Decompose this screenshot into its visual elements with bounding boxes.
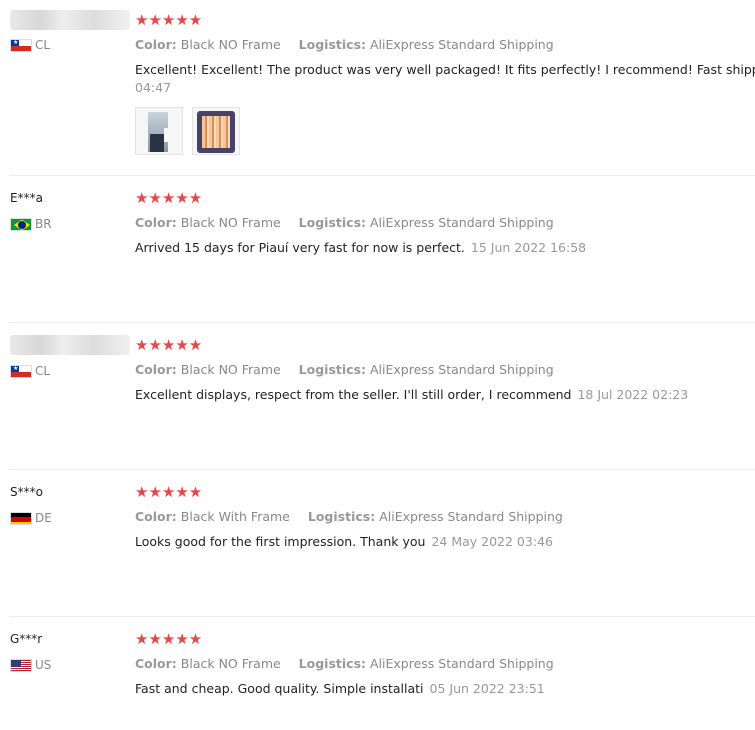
order-info: Color: Black NO Frame Logistics: AliExpr… bbox=[135, 215, 554, 230]
review-body: Arrived 15 days for Piauí very fast for … bbox=[135, 240, 465, 255]
logistics-label: Logistics: bbox=[298, 37, 367, 52]
logistics-value: AliExpress Standard Shipping bbox=[370, 215, 554, 230]
review-date: 18 Jul 2022 02:23 bbox=[577, 387, 689, 402]
country: ★ CL bbox=[10, 38, 50, 52]
country-code: BR bbox=[35, 217, 52, 231]
review-text: Looks good for the first impression. Tha… bbox=[135, 534, 553, 549]
cl-flag-icon: ★ bbox=[10, 38, 32, 52]
color-value: Black NO Frame bbox=[180, 656, 281, 671]
review-text: Fast and cheap. Good quality. Simple ins… bbox=[135, 681, 545, 696]
review-date: 15 Jun 2022 16:58 bbox=[470, 240, 587, 255]
color-label: Color: bbox=[135, 656, 177, 671]
us-flag-icon bbox=[10, 658, 32, 672]
logistics-label: Logistics: bbox=[298, 215, 367, 230]
br-flag-icon bbox=[10, 217, 32, 231]
color-value: Black With Frame bbox=[180, 509, 290, 524]
review-text: Excellent displays, respect from the sel… bbox=[135, 387, 688, 402]
blurred-username bbox=[10, 10, 130, 30]
rating-stars: ★★★★★ bbox=[135, 336, 203, 354]
rating-stars: ★★★★★ bbox=[135, 483, 203, 501]
color-value: Black NO Frame bbox=[180, 37, 281, 52]
divider bbox=[9, 469, 755, 470]
review-date: 05 Jun 2022 23:51 bbox=[429, 681, 545, 696]
cl-flag-icon: ★ bbox=[10, 364, 32, 378]
username: E***a bbox=[10, 191, 43, 205]
country: DE bbox=[10, 511, 52, 525]
logistics-value: AliExpress Standard Shipping bbox=[370, 656, 554, 671]
country: ★ CL bbox=[10, 364, 50, 378]
rating-stars: ★★★★★ bbox=[135, 630, 203, 648]
country-code: DE bbox=[35, 511, 52, 525]
username: S***o bbox=[10, 485, 43, 499]
color-label: Color: bbox=[135, 37, 177, 52]
color-label: Color: bbox=[135, 362, 177, 377]
review-photo-thumbnail[interactable] bbox=[135, 107, 183, 155]
color-value: Black NO Frame bbox=[180, 362, 281, 377]
review-text: Arrived 15 days for Piauí very fast for … bbox=[135, 240, 586, 255]
logistics-value: AliExpress Standard Shipping bbox=[370, 37, 554, 52]
rating-stars: ★★★★★ bbox=[135, 189, 203, 207]
logistics-label: Logistics: bbox=[307, 509, 376, 524]
order-info: Color: Black NO Frame Logistics: AliExpr… bbox=[135, 362, 554, 377]
blurred-username bbox=[10, 335, 130, 355]
review-photo-thumbnail[interactable] bbox=[192, 107, 240, 155]
divider bbox=[9, 175, 755, 176]
color-label: Color: bbox=[135, 509, 177, 524]
de-flag-icon bbox=[10, 511, 32, 525]
review-text: Excellent! Excellent! The product was ve… bbox=[135, 62, 755, 77]
country-code: CL bbox=[35, 38, 51, 52]
divider bbox=[9, 322, 755, 323]
order-info: Color: Black NO Frame Logistics: AliExpr… bbox=[135, 656, 554, 671]
review-date: 04:47 bbox=[135, 80, 172, 95]
country: BR bbox=[10, 217, 52, 231]
order-info: Color: Black NO Frame Logistics: AliExpr… bbox=[135, 37, 554, 52]
review-body: Fast and cheap. Good quality. Simple ins… bbox=[135, 681, 424, 696]
logistics-value: AliExpress Standard Shipping bbox=[379, 509, 563, 524]
country-code: CL bbox=[35, 364, 51, 378]
color-value: Black NO Frame bbox=[180, 215, 281, 230]
logistics-value: AliExpress Standard Shipping bbox=[370, 362, 554, 377]
review-body: Excellent displays, respect from the sel… bbox=[135, 387, 572, 402]
logistics-label: Logistics: bbox=[298, 656, 367, 671]
rating-stars: ★★★★★ bbox=[135, 11, 203, 29]
divider bbox=[9, 616, 755, 617]
review-date: 24 May 2022 03:46 bbox=[431, 534, 553, 549]
logistics-label: Logistics: bbox=[298, 362, 367, 377]
color-label: Color: bbox=[135, 215, 177, 230]
country-code: US bbox=[35, 658, 52, 672]
username: G***r bbox=[10, 632, 43, 646]
order-info: Color: Black With Frame Logistics: AliEx… bbox=[135, 509, 563, 524]
country: US bbox=[10, 658, 51, 672]
review-body: Looks good for the first impression. Tha… bbox=[135, 534, 426, 549]
